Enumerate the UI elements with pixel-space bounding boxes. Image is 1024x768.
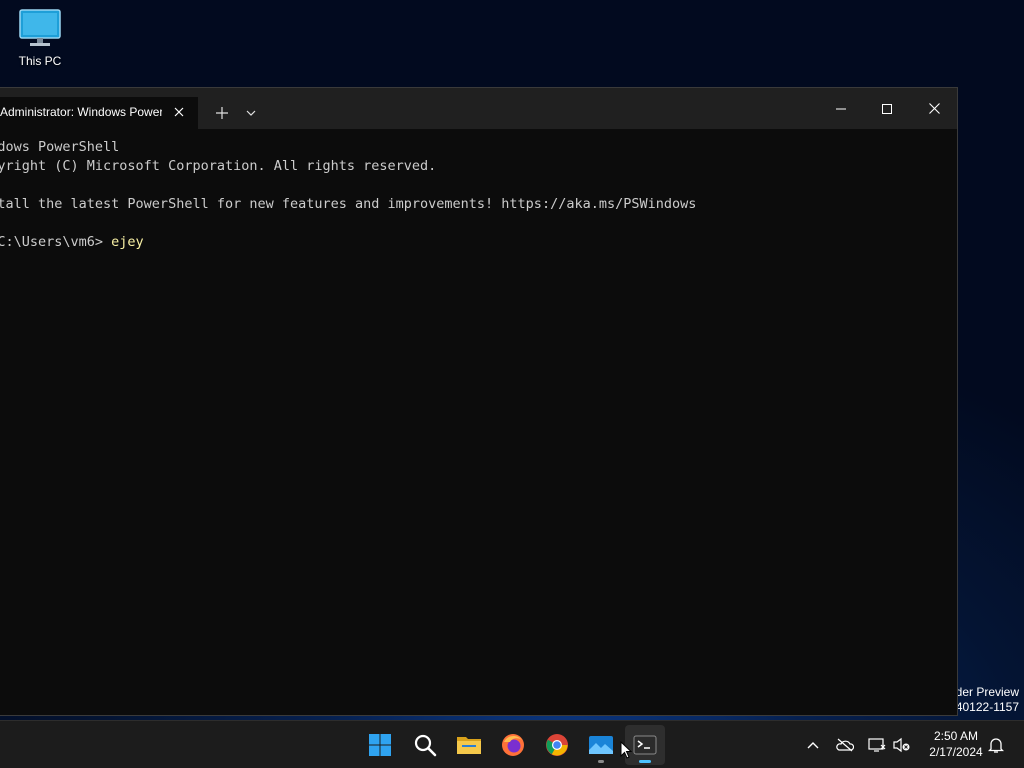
network-tray-button[interactable]: [865, 733, 889, 757]
prompt-line[interactable]: PS C:\Users\vm6> ejey: [0, 233, 957, 252]
watermark-line-1: der Preview: [955, 685, 1019, 699]
volume-muted-icon: [893, 737, 910, 753]
folder-icon: [457, 737, 481, 754]
onedrive-offline-icon: [836, 738, 854, 752]
chrome-button[interactable]: [537, 725, 577, 765]
active-indicator: [639, 760, 651, 763]
tab-title: Administrator: Windows PowerShell: [0, 105, 162, 119]
title-bar[interactable]: Administrator: Windows PowerShell: [0, 88, 957, 129]
firefox-button[interactable]: [493, 725, 533, 765]
chrome-icon: [546, 734, 568, 756]
file-explorer-button[interactable]: [449, 725, 489, 765]
mouse-cursor-icon: [620, 741, 632, 759]
tab-close-icon[interactable]: [170, 103, 188, 121]
console-output[interactable]: Windows PowerShell Copyright (C) Microso…: [0, 129, 957, 715]
clock[interactable]: 2:50 AM 2/17/2024: [918, 728, 994, 760]
chevron-up-icon: [807, 742, 819, 749]
desktop-icon-label: This PC: [18, 54, 62, 68]
chevron-down-icon: [246, 110, 256, 116]
clock-time: 2:50 AM: [933, 729, 979, 743]
windows-logo-icon: [369, 734, 391, 756]
show-hidden-icons-button[interactable]: [801, 733, 825, 757]
watermark-line-2: 240122-1157: [949, 700, 1019, 714]
bell-icon: [988, 738, 1004, 753]
minimize-button[interactable]: [818, 88, 864, 129]
running-indicator: [598, 760, 604, 763]
console-line: Copyright (C) Microsoft Corporation. All…: [0, 158, 437, 174]
console-line: Install the latest PowerShell for new fe…: [0, 196, 697, 212]
close-icon: [928, 103, 940, 114]
photos-icon: [589, 736, 613, 754]
notifications-button[interactable]: [984, 733, 1008, 757]
firefox-icon: [502, 734, 524, 756]
maximize-button[interactable]: [864, 88, 910, 129]
taskbar: 2:50 AM 2/17/2024: [0, 720, 1024, 768]
search-button[interactable]: [405, 725, 445, 765]
onedrive-tray-button[interactable]: [833, 733, 857, 757]
monitor-icon: [19, 9, 61, 46]
start-button[interactable]: [360, 725, 400, 765]
build-watermark: der Preview 240122-1157: [949, 685, 1019, 715]
tab-dropdown-button[interactable]: [240, 102, 262, 124]
search-icon: [414, 734, 437, 757]
terminal-window[interactable]: Administrator: Windows PowerShell Window…: [0, 87, 958, 716]
close-window-button[interactable]: [911, 88, 957, 129]
prompt: PS C:\Users\vm6>: [0, 234, 104, 250]
console-line: Windows PowerShell: [0, 139, 120, 155]
command-input[interactable]: ejey: [111, 234, 144, 250]
tab-powershell[interactable]: Administrator: Windows PowerShell: [0, 97, 198, 129]
desktop-icon-this-pc[interactable]: This PC: [10, 8, 70, 68]
volume-tray-button[interactable]: [890, 733, 914, 757]
clock-date: 2/17/2024: [929, 745, 983, 759]
photos-button[interactable]: [581, 725, 621, 765]
maximize-icon: [882, 103, 892, 114]
plus-icon: [216, 107, 228, 119]
new-tab-button[interactable]: [211, 102, 233, 124]
minimize-icon: [836, 108, 846, 109]
terminal-icon: [633, 735, 657, 755]
network-icon: [868, 738, 886, 752]
